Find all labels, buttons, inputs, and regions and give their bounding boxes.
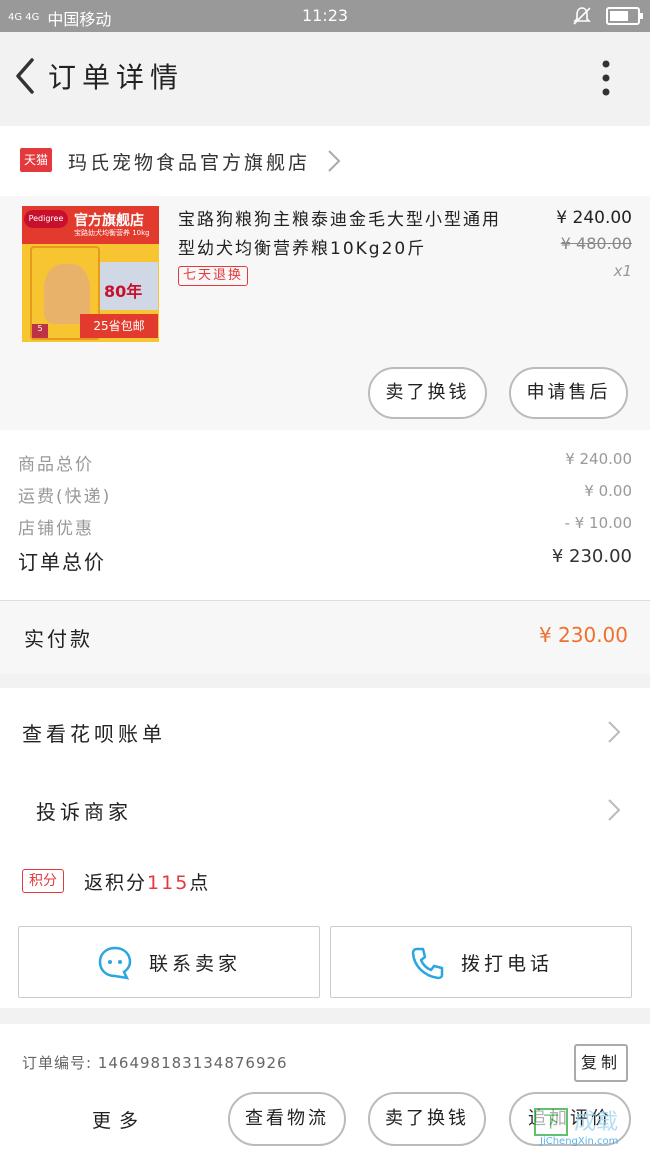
product-quantity: x1 xyxy=(613,262,632,280)
status-time: 11:23 xyxy=(301,6,349,25)
call-button[interactable]: 拨打电话 xyxy=(330,926,632,998)
original-price: ¥ 480.00 xyxy=(560,234,632,253)
product-title[interactable]: 宝路狗粮狗主粮泰迪金毛大型小型通用型幼犬均衡营养粮10Kg20斤 xyxy=(178,206,508,264)
vertical-dots-icon[interactable] xyxy=(594,58,618,98)
summary-row: 运费(快递) ¥ 0.00 xyxy=(18,482,634,512)
contact-seller-label: 联系卖家 xyxy=(149,953,242,975)
complain-label[interactable]: 投诉商家 xyxy=(36,796,132,825)
battery-level xyxy=(610,11,628,21)
store-row[interactable]: 天猫 玛氏宠物食品官方旗舰店 xyxy=(0,126,650,196)
chevron-right-icon xyxy=(328,150,341,172)
battery-icon xyxy=(606,7,643,25)
image-seal-text: 80年 xyxy=(104,282,143,301)
points-badge: 积分 xyxy=(22,869,64,893)
chevron-left-icon[interactable] xyxy=(8,56,44,96)
store-name[interactable]: 玛氏宠物食品官方旗舰店 xyxy=(68,148,310,175)
total-label: 订单总价 xyxy=(18,550,106,574)
huabei-row[interactable]: 查看花呗账单 xyxy=(0,702,650,762)
sell-button-bottom[interactable]: 卖了换钱 xyxy=(368,1092,486,1146)
summary-row: 商品总价 ¥ 240.00 xyxy=(18,450,634,480)
more-button[interactable]: 更多 xyxy=(92,1106,146,1133)
page-title: 订单详情 xyxy=(48,61,185,94)
paid-label: 实付款 xyxy=(24,627,93,651)
mute-icon xyxy=(573,7,591,25)
huabei-label[interactable]: 查看花呗账单 xyxy=(22,718,166,747)
logistics-button[interactable]: 查看物流 xyxy=(228,1092,346,1146)
call-label: 拨打电话 xyxy=(461,953,554,975)
product-card[interactable]: Pedigree 官方旗舰店 宝路幼犬均衡营养 10kg 80年 25省包邮 5… xyxy=(0,196,650,430)
order-number: 订单编号: 1464981831348769​26 xyxy=(22,1054,288,1072)
summary-label: 商品总价 xyxy=(18,455,94,475)
image-subtext: 宝路幼犬均衡营养 10kg xyxy=(74,229,150,237)
image-seal: 80年 xyxy=(100,262,158,310)
image-banner-text: 官方旗舰店 xyxy=(74,213,144,229)
image-tag: 5 xyxy=(32,324,48,338)
summary-value: ¥ 240.00 xyxy=(565,450,632,468)
total-value: ¥ 230.00 xyxy=(551,546,632,567)
tmall-badge: 天猫 xyxy=(20,148,52,172)
points-prefix: 返积分 xyxy=(84,872,148,894)
chat-bubble-icon xyxy=(98,946,132,980)
status-right xyxy=(572,6,643,26)
return-badge: 七天退换 xyxy=(178,266,249,286)
chevron-right-icon xyxy=(608,721,621,743)
summary-row: 店铺优惠 - ¥ 10.00 xyxy=(18,514,634,544)
product-price: ¥ 240.00 xyxy=(556,208,632,228)
summary-value: ¥ 0.00 xyxy=(584,482,632,500)
watermark-cn: 成载 xyxy=(574,1110,619,1135)
status-bar: 4G 4G 中国移动 11:23 xyxy=(0,0,650,32)
product-image[interactable]: Pedigree 官方旗舰店 宝路幼犬均衡营养 10kg 80年 25省包邮 5 xyxy=(22,206,159,342)
paid-value: ¥ 230.00 xyxy=(538,623,628,647)
header: 订单详情 xyxy=(0,32,650,120)
complain-row[interactable]: 投诉商家 xyxy=(0,780,650,840)
summary-value: - ¥ 10.00 xyxy=(564,514,632,532)
price-summary: 商品总价 ¥ 240.00 运费(快递) ¥ 0.00 店铺优惠 - ¥ 10.… xyxy=(0,430,650,600)
copy-button[interactable]: 复制 xyxy=(574,1044,628,1082)
phone-icon xyxy=(411,947,444,980)
aftersale-button[interactable]: 申请售后 xyxy=(509,367,628,419)
sell-button[interactable]: 卖了换钱 xyxy=(368,367,487,419)
summary-label: 运费(快递) xyxy=(18,487,112,507)
paid-row: 实付款 ¥ 230.00 xyxy=(0,600,650,674)
points-number: 115 xyxy=(147,872,190,894)
order-number-row: 订单编号: 1464981831348769​26 复制 xyxy=(0,1024,650,1084)
points-text: 返积分115点 xyxy=(84,868,210,895)
points-suffix: 点 xyxy=(189,872,211,894)
watermark-logo: 下 xyxy=(534,1108,568,1136)
actions-section: 查看花呗账单 投诉商家 积分 返积分115点 联系卖家 拨打电话 xyxy=(0,688,650,1008)
contact-seller-button[interactable]: 联系卖家 xyxy=(18,926,320,998)
brand-logo: Pedigree xyxy=(24,210,68,228)
watermark: 下 成载 JiChengXin.com xyxy=(530,1100,650,1155)
summary-label: 店铺优惠 xyxy=(18,519,94,539)
image-promo: 25省包邮 xyxy=(80,314,158,338)
chevron-right-icon xyxy=(608,799,621,821)
watermark-url: JiChengXin.com xyxy=(540,1136,619,1147)
summary-total-row: 订单总价 ¥ 230.00 xyxy=(18,546,634,576)
